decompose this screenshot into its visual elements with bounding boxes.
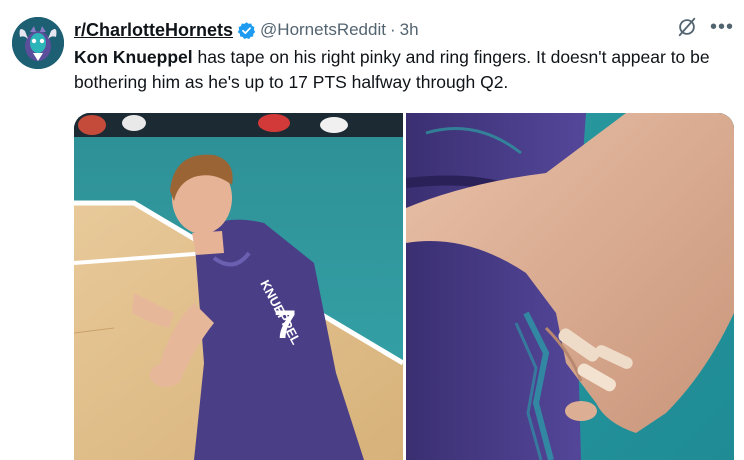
tweet-text: Kon Knueppel has tape on his right pinky…: [74, 45, 740, 95]
tweet-top-actions: •••: [676, 16, 734, 38]
tweet-card[interactable]: r/CharlotteHornets @HornetsReddit · 3h •…: [0, 0, 744, 460]
author-handle[interactable]: @HornetsReddit: [260, 20, 386, 40]
mentioned-player: Kon Knueppel: [74, 47, 193, 67]
verified-badge-icon[interactable]: [237, 21, 256, 40]
more-options-icon[interactable]: •••: [710, 16, 734, 38]
hornets-logo-icon: [12, 17, 64, 69]
tweet-media[interactable]: 7 KNUEPPEL: [74, 113, 734, 460]
player-jersey-photo[interactable]: 7 KNUEPPEL: [74, 113, 403, 460]
avatar[interactable]: [12, 17, 64, 69]
grok-icon[interactable]: [676, 16, 698, 38]
tweet-timestamp[interactable]: 3h: [400, 20, 419, 40]
header-separator: ·: [389, 20, 396, 39]
author-display-name[interactable]: r/CharlotteHornets: [74, 20, 233, 41]
tweet-header: r/CharlotteHornets @HornetsReddit · 3h: [74, 17, 419, 43]
taped-fingers-closeup-photo[interactable]: [406, 113, 734, 460]
